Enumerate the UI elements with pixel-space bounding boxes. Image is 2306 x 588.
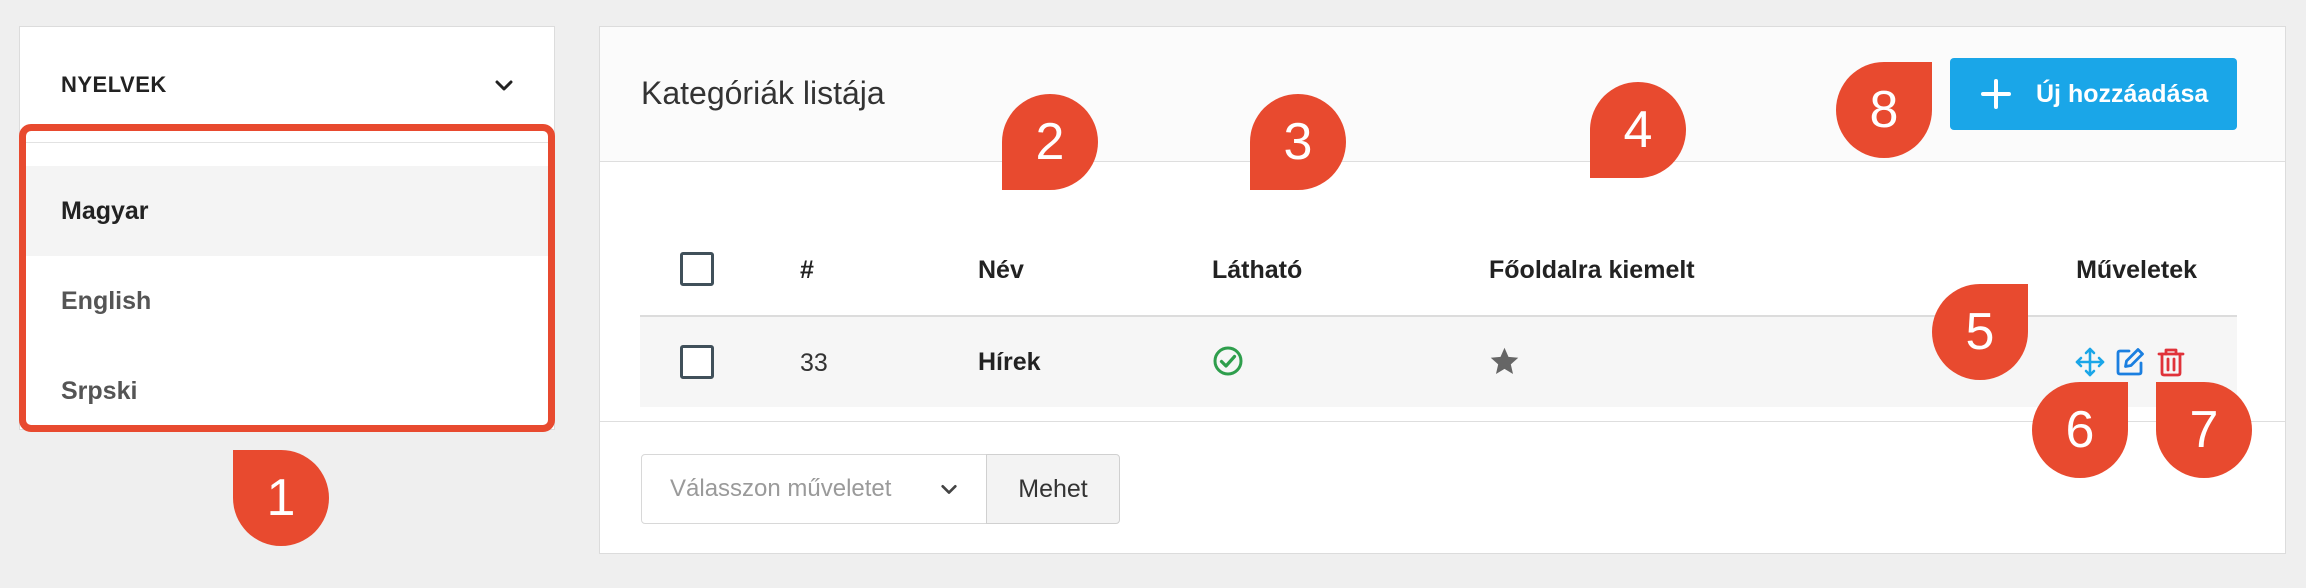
row-id: 33 <box>800 349 828 377</box>
marker-4: 4 <box>1590 82 1686 178</box>
marker-3: 3 <box>1250 94 1346 190</box>
bulk-action-select[interactable]: Válasszon műveletet <box>641 454 987 524</box>
header-name[interactable]: Név <box>978 256 1024 285</box>
chevron-down-icon[interactable] <box>494 75 514 95</box>
add-new-button[interactable]: Új hozzáadása <box>1950 58 2237 130</box>
marker-5: 5 <box>1932 284 2028 380</box>
language-item-magyar[interactable]: Magyar <box>20 166 554 256</box>
add-new-label: Új hozzáadása <box>2036 79 2209 108</box>
languages-title: NYELVEK <box>61 71 167 97</box>
row-name: Hírek <box>978 348 1041 376</box>
language-item-english[interactable]: English <box>20 256 554 346</box>
marker-7: 7 <box>2156 382 2252 478</box>
marker-6: 6 <box>2032 382 2128 478</box>
languages-header[interactable]: NYELVEK <box>20 27 554 143</box>
chevron-down-icon <box>941 484 957 494</box>
delete-icon[interactable] <box>2155 346 2187 378</box>
languages-panel: NYELVEK Magyar English Srpski <box>19 26 555 430</box>
edit-icon[interactable] <box>2114 346 2146 378</box>
bulk-action-placeholder: Válasszon műveletet <box>670 475 892 502</box>
select-all-checkbox[interactable] <box>680 252 714 286</box>
header-visible[interactable]: Látható <box>1212 256 1302 285</box>
categories-card: Kategóriák listája Új hozzáadása # Név L… <box>599 26 2286 554</box>
marker-2: 2 <box>1002 94 1098 190</box>
marker-8: 8 <box>1836 62 1932 158</box>
language-item-srpski[interactable]: Srpski <box>20 346 554 436</box>
row-checkbox[interactable] <box>680 345 714 379</box>
card-header: Kategóriák listája Új hozzáadása <box>600 27 2285 162</box>
star-icon[interactable] <box>1488 345 1521 378</box>
header-actions: Műveletek <box>2076 256 2197 284</box>
header-featured[interactable]: Főoldalra kiemelt <box>1489 256 1695 285</box>
header-id: # <box>800 256 814 284</box>
visible-check-icon[interactable] <box>1212 345 1244 377</box>
move-icon[interactable] <box>2074 346 2106 378</box>
page-title: Kategóriák listája <box>641 75 885 111</box>
plus-icon <box>1981 79 2011 109</box>
marker-1: 1 <box>233 450 329 546</box>
go-button[interactable]: Mehet <box>986 454 1120 524</box>
languages-list: Magyar English Srpski <box>20 166 554 436</box>
